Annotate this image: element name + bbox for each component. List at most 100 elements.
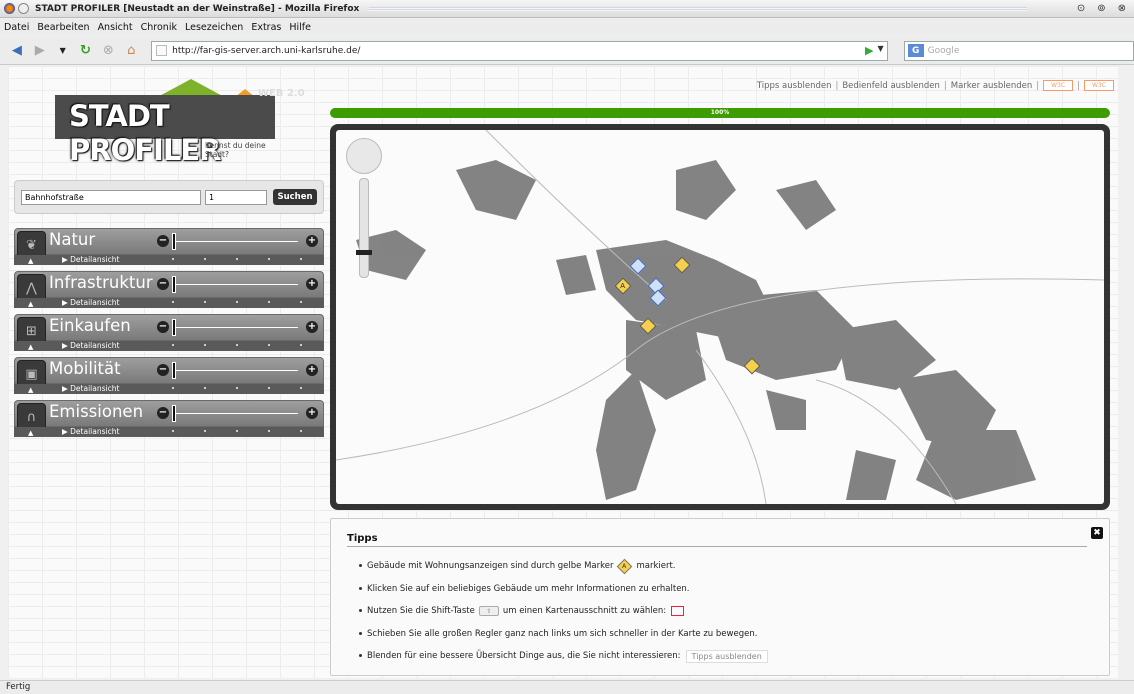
tip-item: Blenden für eine bessere Übersicht Dinge… [359, 645, 768, 668]
decrease-icon[interactable]: − [157, 278, 169, 290]
menu-chronik[interactable]: Chronik [141, 22, 177, 33]
hide-tips-link[interactable]: Tipps ausblenden [757, 81, 832, 91]
menu-datei[interactable]: Datei [4, 22, 29, 33]
triangle-up-icon: ▲ [28, 343, 34, 351]
menu-extras[interactable]: Extras [251, 22, 281, 33]
menu-bearbeiten[interactable]: Bearbeiten [37, 22, 89, 33]
increase-icon[interactable]: + [306, 235, 318, 247]
detail-link-label[interactable]: Detailansicht [70, 384, 119, 393]
slider-knob[interactable] [172, 233, 176, 250]
menu-hilfe[interactable]: Hilfe [289, 22, 311, 33]
navigation-toolbar: ◀ ▶ ▼ ↻ ⊗ ⌂ http://far-gis-server.arch.u… [0, 37, 1134, 65]
increase-icon[interactable]: + [306, 407, 318, 419]
go-icon[interactable]: ▶ [865, 44, 873, 57]
city-map[interactable]: A [336, 130, 1104, 504]
back-icon[interactable]: ◀ [8, 42, 26, 60]
slider-steps [172, 387, 302, 391]
tip-text: Nutzen Sie die Shift-Taste [367, 606, 475, 617]
triangle-up-icon: ▲ [28, 300, 34, 308]
hide-markers-link[interactable]: Marker ausblenden [951, 81, 1033, 91]
house-number-input[interactable] [205, 189, 267, 205]
marker-letter: A [620, 281, 626, 290]
category-label: Einkaufen [49, 316, 131, 335]
search-engine-placeholder: Google [927, 45, 960, 56]
reload-icon[interactable]: ↻ [77, 42, 95, 60]
category-label: Mobilität [49, 359, 121, 378]
marker-letter: A [622, 562, 627, 570]
detail-link[interactable]: ▶ Detailansicht [62, 255, 119, 264]
increase-icon[interactable]: + [306, 364, 318, 376]
detail-link[interactable]: ▶ Detailansicht [62, 384, 119, 393]
forward-icon[interactable]: ▶ [31, 42, 49, 60]
stop-icon[interactable]: ⊗ [99, 42, 117, 60]
home-icon[interactable]: ⌂ [122, 42, 140, 60]
address-search-panel: Suchen [14, 180, 324, 214]
detail-link[interactable]: ▶ Detailansicht [62, 341, 119, 350]
decrease-icon[interactable]: − [157, 364, 169, 376]
detail-link-label[interactable]: Detailansicht [70, 255, 119, 264]
menu-ansicht[interactable]: Ansicht [98, 22, 133, 33]
decrease-icon[interactable]: − [157, 407, 169, 419]
slider-knob[interactable] [172, 405, 176, 422]
street-input[interactable] [21, 189, 201, 205]
pan-control[interactable] [346, 138, 382, 174]
url-bar[interactable]: http://far-gis-server.arch.uni-karlsruhe… [151, 40, 888, 61]
triangle-up-icon: ▲ [28, 386, 34, 394]
decrease-icon[interactable]: − [157, 235, 169, 247]
w3c-badge[interactable]: W3C [1043, 80, 1074, 91]
tip-text: Gebäude mit Wohnungsanzeigen sind durch … [367, 561, 614, 572]
slider-track[interactable] [172, 327, 298, 328]
slider-track[interactable] [172, 241, 298, 242]
slider-knob[interactable] [172, 319, 176, 336]
favicon [156, 45, 168, 56]
detail-link[interactable]: ▶ Detailansicht [62, 427, 119, 436]
triangle-up-icon: ▲ [28, 257, 34, 265]
firefox-icon [4, 3, 15, 14]
slider-track[interactable] [172, 413, 298, 414]
tips-title: Tipps [347, 533, 378, 544]
window-menu-icon[interactable] [18, 3, 29, 14]
decrease-icon[interactable]: − [157, 321, 169, 333]
hide-panel-link[interactable]: Bedienfeld ausblenden [842, 81, 940, 91]
yellow-marker-icon: A [617, 558, 633, 575]
url-dropdown-icon[interactable]: ▼ [878, 44, 884, 57]
google-engine-icon[interactable]: G [907, 44, 924, 57]
detail-link-label[interactable]: Detailansicht [70, 298, 119, 307]
slider-track[interactable] [172, 284, 298, 285]
separator: | [943, 80, 947, 91]
minimize-icon[interactable]: ⊙ [1077, 3, 1085, 14]
hide-tips-button[interactable]: Tipps ausblenden [685, 649, 768, 663]
slider-knob[interactable] [172, 276, 176, 293]
search-engine-box[interactable]: G Google ⚲ [903, 40, 1134, 61]
menubar: Datei Bearbeiten Ansicht Chronik Lesezei… [0, 19, 1134, 36]
increase-icon[interactable]: + [306, 321, 318, 333]
titlebar-decoration [369, 6, 1027, 11]
loading-progress-bar: 100% [330, 108, 1110, 118]
close-window-icon[interactable]: ⊗ [1118, 3, 1126, 14]
detail-row: ▲ ▶ Detailansicht [14, 341, 324, 351]
window-title: STADT PROFILER [Neustadt an der Weinstra… [35, 3, 360, 14]
category-label: Natur [49, 230, 96, 249]
menu-lesezeichen[interactable]: Lesezeichen [185, 22, 243, 33]
slider-track[interactable] [172, 370, 298, 371]
window-titlebar: STADT PROFILER [Neustadt an der Weinstra… [0, 0, 1134, 18]
zoom-slider-knob[interactable] [356, 250, 372, 255]
tip-text: Klicken Sie auf ein beliebiges Gebäude u… [367, 583, 690, 594]
zoom-slider[interactable] [359, 178, 369, 278]
search-button[interactable]: Suchen [273, 189, 317, 205]
detail-link-label[interactable]: Detailansicht [70, 341, 119, 350]
close-tips-icon[interactable]: ✖ [1091, 527, 1103, 539]
map-buildings [336, 130, 1104, 504]
slider-knob[interactable] [172, 362, 176, 379]
maximize-icon[interactable]: ⊚ [1097, 3, 1105, 14]
slider-steps [172, 258, 302, 262]
category-emissionen: ∩ Emissionen − + ▲ ▶ Detailansicht [14, 400, 324, 437]
history-dropdown-icon[interactable]: ▼ [54, 42, 72, 60]
detail-link-label[interactable]: Detailansicht [70, 427, 119, 436]
detail-link[interactable]: ▶ Detailansicht [62, 298, 119, 307]
increase-icon[interactable]: + [306, 278, 318, 290]
top-links: Tipps ausblenden | Bedienfeld ausblenden… [757, 80, 1114, 91]
w3c-css-badge[interactable]: W3C [1084, 80, 1114, 91]
page-content: Tipps ausblenden | Bedienfeld ausblenden… [8, 66, 1118, 678]
detail-row: ▲ ▶ Detailansicht [14, 255, 324, 265]
